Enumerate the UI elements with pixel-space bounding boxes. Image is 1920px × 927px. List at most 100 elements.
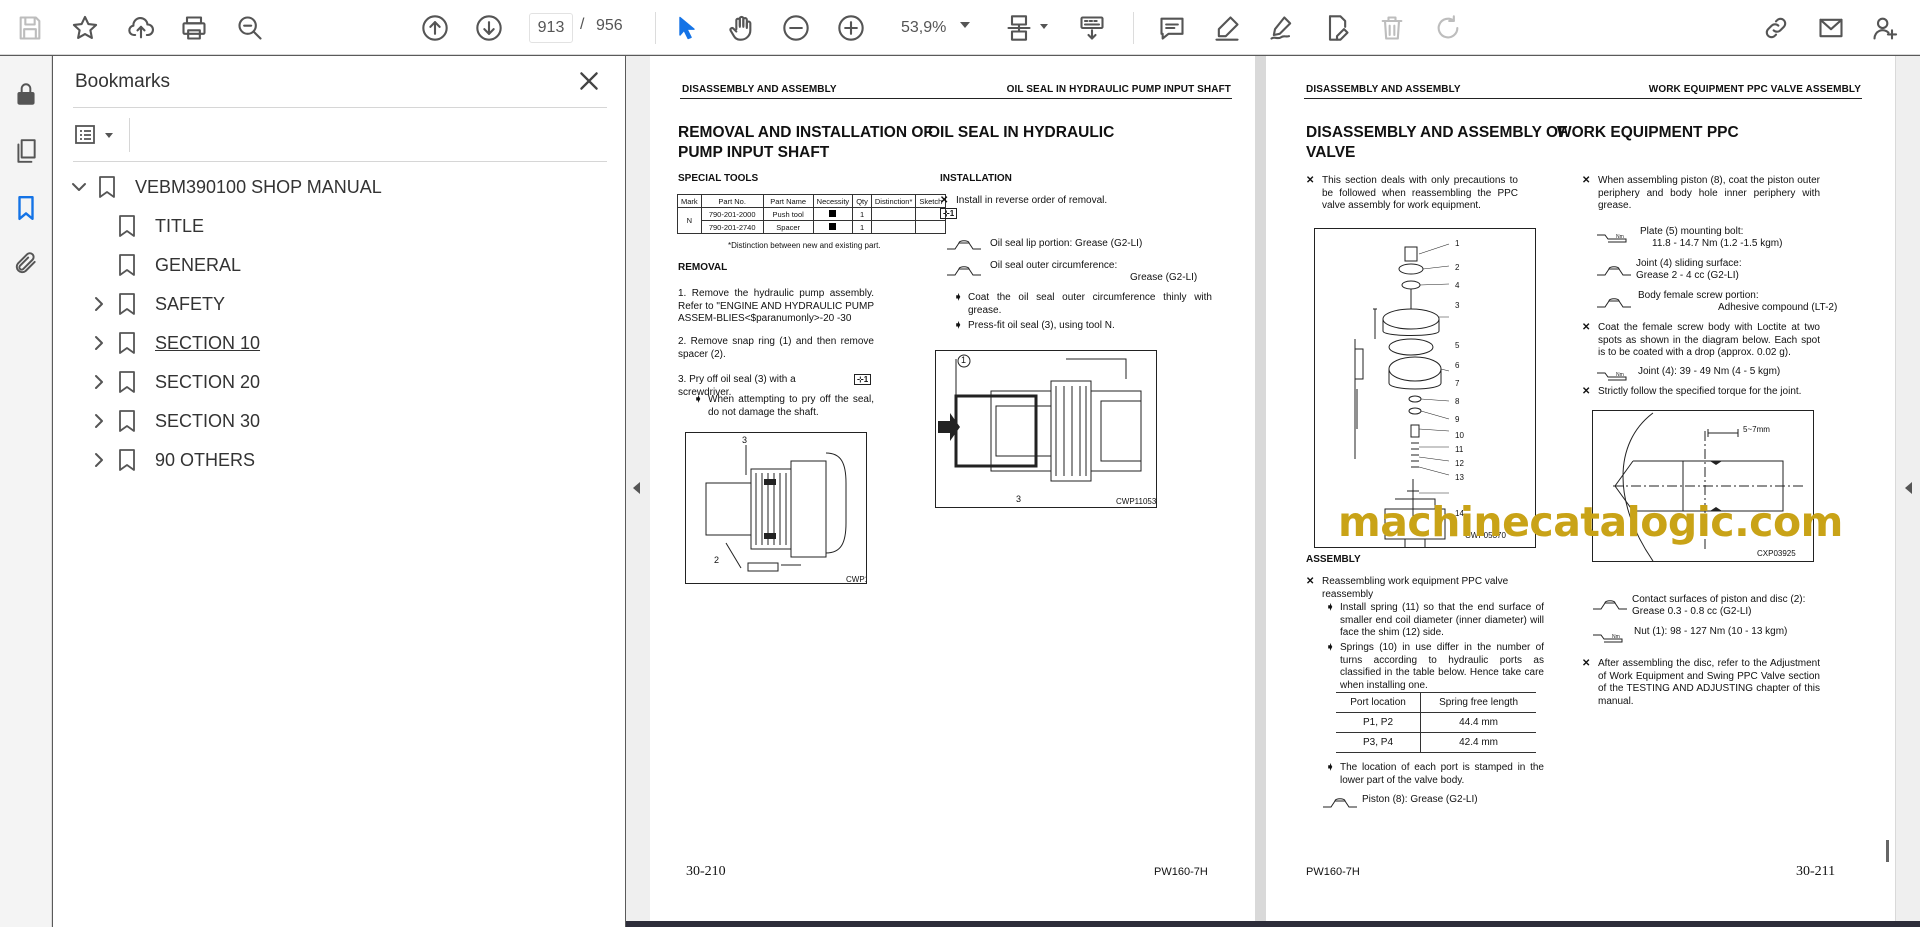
close-icon[interactable] (576, 68, 602, 94)
table-note: *Distinction between new and existing pa… (728, 241, 881, 250)
vertical-scrollbar-thumb[interactable] (1886, 840, 1889, 862)
install-grease-spec: Oil seal lip portion: Grease (G2-LI) (990, 238, 1143, 249)
special-tools-table: Mark Part No. Part Name Necessity Qty Di… (677, 194, 947, 234)
comment-icon[interactable] (1155, 11, 1189, 45)
figure-label: 3 (1016, 494, 1022, 504)
email-envelope-icon[interactable] (1814, 11, 1848, 45)
bookmark-item-section-30[interactable]: SECTION 30 (89, 405, 260, 437)
upload-cloud-icon[interactable] (124, 11, 158, 45)
install-note: Press-fit oil seal (3), using tool N. (968, 320, 1115, 331)
page-number: 30-210 (686, 864, 726, 879)
bookmark-item-section-10[interactable]: SECTION 10 (89, 327, 260, 359)
page-header-left: DISASSEMBLY AND ASSEMBLY (682, 84, 837, 95)
account-add-icon[interactable] (1868, 11, 1902, 45)
list-options-icon (75, 125, 95, 144)
figure-code: CXP03925 (1757, 549, 1796, 558)
attachment-paperclip-icon[interactable] (9, 246, 43, 280)
save-icon[interactable] (13, 11, 47, 45)
cross-tool-icon: ✕ (1582, 386, 1591, 397)
print-icon[interactable] (177, 11, 211, 45)
document-viewport[interactable]: DISASSEMBLY AND ASSEMBLY OIL SEAL IN HYD… (626, 56, 1920, 921)
bookmark-options-button[interactable] (75, 121, 119, 149)
section-heading: INSTALLATION (940, 173, 1012, 184)
pdf-reader-window: 913 / 956 53,9% Bookmarks VEBM390100 SHO… (0, 0, 1920, 927)
delete-trash-icon[interactable] (1375, 11, 1409, 45)
lock-icon[interactable] (9, 77, 43, 111)
table-cell (915, 220, 947, 234)
bookmark-item-title[interactable]: TITLE (117, 210, 204, 242)
adhesive-symbol-icon (1596, 296, 1632, 308)
bookmark-label: SECTION 30 (155, 410, 261, 431)
redo-icon[interactable] (1431, 11, 1465, 45)
figure-label: 6 (1455, 361, 1460, 370)
triangle-bullet-icon: ➧ (954, 320, 963, 331)
chevron-down-icon[interactable] (69, 177, 89, 197)
figure-label: 8 (1455, 397, 1460, 406)
zoom-level-dropdown[interactable]: 53,9% (889, 13, 981, 43)
page-number-input[interactable]: 913 (529, 13, 573, 43)
chevron-right-icon[interactable] (89, 333, 109, 353)
previous-page-icon[interactable] (418, 11, 452, 45)
removal-step: 2. Remove snap ring (1) and then remove … (678, 336, 874, 360)
filled-square-icon (829, 222, 837, 230)
torque-spec: Nut (1): 98 - 127 Nm (10 - 13 kgm) (1634, 626, 1788, 637)
bookmark-icon (117, 292, 137, 316)
chevron-right-icon[interactable] (89, 372, 109, 392)
expand-right-panel-handle[interactable] (1896, 56, 1920, 921)
zoom-search-icon[interactable] (233, 11, 267, 45)
table-cell: 42.4 mm (1420, 732, 1536, 753)
chevron-right-icon[interactable] (89, 411, 109, 431)
panel-toolbar-separator (129, 118, 130, 152)
bookmark-item-safety[interactable]: SAFETY (89, 288, 225, 320)
chevron-right-icon[interactable] (89, 294, 109, 314)
table-header: Spring free length (1420, 692, 1536, 713)
share-link-icon[interactable] (1759, 11, 1793, 45)
watermark-text: machinecatalogic.com (1338, 498, 1843, 546)
bookmark-panel-icon[interactable] (9, 191, 43, 225)
hand-tool-icon[interactable] (724, 11, 758, 45)
table-cell: 790-201-2000 (700, 207, 764, 221)
star-bookmark-icon[interactable] (68, 11, 102, 45)
edit-document-icon[interactable] (1320, 11, 1354, 45)
pdf-page-left: DISASSEMBLY AND ASSEMBLY OIL SEAL IN HYD… (650, 56, 1255, 921)
figure-label: 1 (961, 355, 967, 365)
bookmark-item-section-20[interactable]: SECTION 20 (89, 366, 260, 398)
next-page-icon[interactable] (472, 11, 506, 45)
chevron-down-icon[interactable] (1040, 24, 1048, 29)
bookmark-item-general[interactable]: GENERAL (117, 249, 241, 281)
grease-symbol-icon (1322, 796, 1358, 808)
chevron-left-icon[interactable] (633, 482, 640, 494)
panel-divider (73, 107, 607, 108)
torque-wrench-icon: Nm (1596, 230, 1632, 243)
grease-symbol-icon (946, 238, 982, 250)
collapse-left-panel-handle[interactable] (626, 56, 650, 921)
keyboard-scroll-icon[interactable] (1075, 11, 1109, 45)
chevron-right-icon[interactable] (89, 450, 109, 470)
bookmark-item-90-others[interactable]: 90 OTHERS (89, 444, 255, 476)
page-fit-icon[interactable] (1002, 11, 1036, 45)
zoom-in-icon[interactable] (834, 11, 868, 45)
page-header-right: OIL SEAL IN HYDRAULIC PUMP INPUT SHAFT (1006, 84, 1231, 95)
grease-spec: Joint (4) sliding surface: (1636, 258, 1742, 269)
figure-code: CWP11053 (1116, 497, 1157, 506)
torque-wrench-icon: Nm (1596, 368, 1632, 381)
table-cell: 44.4 mm (1420, 712, 1536, 733)
bookmark-icon (97, 175, 117, 199)
select-cursor-icon[interactable] (670, 11, 704, 45)
assembly-note: Install spring (11) so that the end surf… (1340, 602, 1544, 638)
adhesive-spec: Adhesive compound (LT-2) (1718, 302, 1838, 313)
figure-label: 7 (1455, 379, 1460, 388)
chevron-down-icon (105, 132, 113, 138)
table-cell: 1 (852, 220, 872, 234)
table-cell: P3, P4 (1336, 732, 1421, 753)
bookmark-label: 90 OTHERS (155, 449, 256, 470)
highlight-pen-icon[interactable] (1210, 11, 1244, 45)
zoom-out-icon[interactable] (779, 11, 813, 45)
chevron-left-icon[interactable] (1905, 482, 1912, 494)
chevron-down-icon[interactable] (960, 22, 970, 28)
bookmark-item-shop-manual[interactable]: VEBM390100 SHOP MANUAL (69, 171, 382, 203)
pages-thumbnails-icon[interactable] (9, 134, 43, 168)
sign-pen-icon[interactable] (1265, 11, 1299, 45)
intro-text: This section deals with only precautions… (1322, 175, 1518, 211)
page-header-right: WORK EQUIPMENT PPC VALVE ASSEMBLY (1648, 84, 1861, 95)
